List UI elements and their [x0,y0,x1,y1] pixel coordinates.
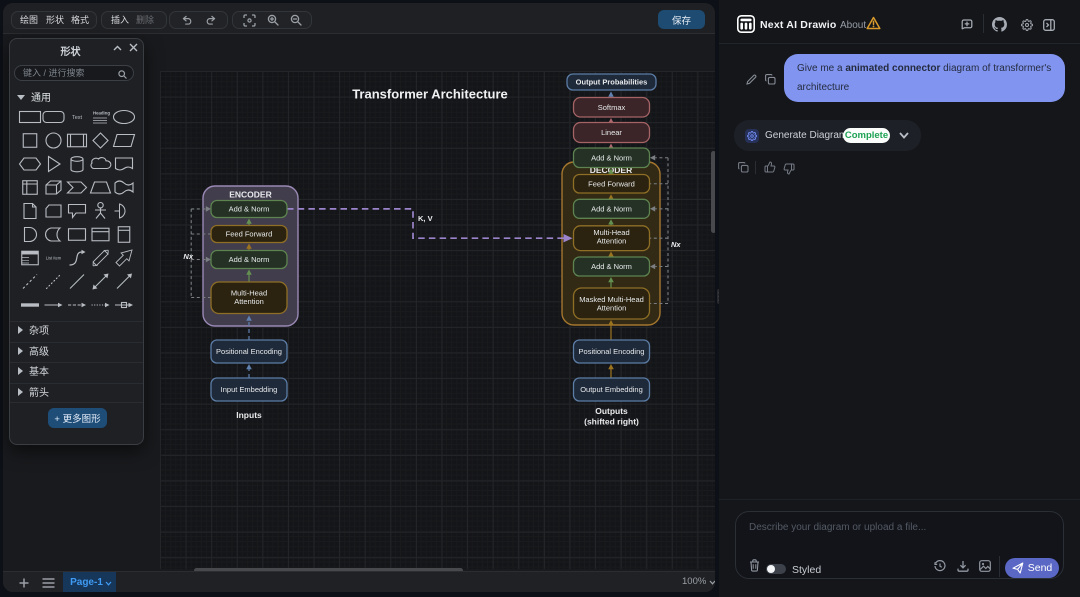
svg-text:Feed Forward: Feed Forward [226,230,273,239]
svg-text:Outputs: Outputs [595,406,628,416]
svg-text:Nx: Nx [671,240,681,249]
svg-text:Add & Norm: Add & Norm [591,262,632,271]
svg-text:Add & Norm: Add & Norm [591,205,632,214]
svg-text:K, V: K, V [418,214,433,223]
svg-text:List item: List item [46,256,62,261]
svg-text:Attention: Attention [597,237,627,246]
svg-text:Add & Norm: Add & Norm [591,154,632,163]
svg-text:Positional Encoding: Positional Encoding [216,347,282,356]
svg-text:Add & Norm: Add & Norm [229,255,270,264]
svg-text:Attention: Attention [234,297,264,306]
svg-text:Nx: Nx [183,252,193,261]
svg-text:Add & Norm: Add & Norm [229,205,270,214]
svg-text:Feed Forward: Feed Forward [588,180,635,189]
svg-text:Text: Text [72,115,83,121]
svg-text:Heading: Heading [93,111,110,116]
svg-text:ENCODER: ENCODER [229,190,272,200]
svg-text:Linear: Linear [601,128,622,137]
svg-text:Transformer Architecture: Transformer Architecture [352,87,508,102]
svg-text:Output Probabilities: Output Probabilities [576,78,648,87]
svg-text:Positional Encoding: Positional Encoding [579,347,645,356]
svg-text:Output Embedding: Output Embedding [580,385,643,394]
svg-text:Attention: Attention [597,304,627,313]
svg-text:Inputs: Inputs [236,410,262,420]
svg-text:Softmax: Softmax [598,103,626,112]
svg-text:(shifted right): (shifted right) [584,417,639,427]
svg-text:Input Embedding: Input Embedding [221,385,278,394]
